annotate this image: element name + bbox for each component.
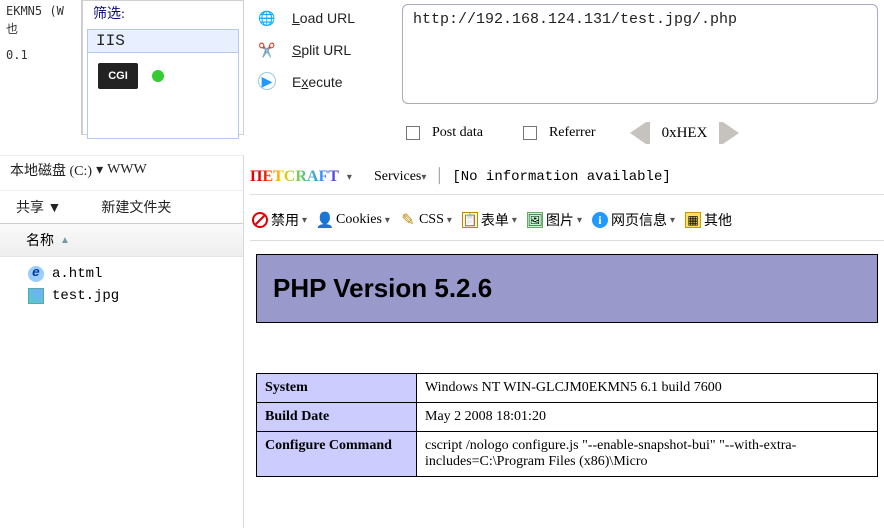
cell-val: cscript /nologo configure.js "--enable-s…: [417, 432, 878, 477]
crumb-folder[interactable]: WWW: [107, 162, 147, 178]
filter-label: 筛选:: [83, 1, 243, 25]
load-url-icon[interactable]: 🌐: [257, 8, 277, 28]
status-dot-icon: [152, 70, 164, 82]
tree-line: 也: [6, 20, 75, 38]
book-icon: ▦: [685, 212, 701, 228]
info-icon: i: [592, 212, 608, 228]
tree-line: 0.1: [6, 46, 75, 64]
devtools-toolbar: 禁用▾ 👤Cookies▾ ✎CSS▾ 📋表单▾ 🖼图片▾ i网页信息▾ ▦其他: [250, 206, 884, 241]
forms-menu[interactable]: 📋表单▾: [460, 210, 519, 230]
referrer-checkbox[interactable]: [523, 126, 537, 140]
cell-val: Windows NT WIN-GLCJM0EKMN5 6.1 build 760…: [417, 374, 878, 403]
images-menu[interactable]: 🖼图片▾: [525, 210, 584, 230]
new-folder-button[interactable]: 新建文件夹: [101, 197, 171, 217]
table-row: Build DateMay 2 2008 18:01:20: [257, 403, 878, 432]
cookies-icon: 👤: [317, 212, 333, 228]
separator: │: [434, 169, 444, 185]
file-name: test.jpg: [52, 288, 119, 304]
cell-key: Build Date: [257, 403, 417, 432]
cell-val: May 2 2008 18:01:20: [417, 403, 878, 432]
iis-title: IIS: [88, 30, 238, 53]
split-url-icon[interactable]: ✂️: [257, 40, 277, 60]
tree-line: EKMN5 (W: [6, 2, 75, 20]
cell-key: System: [257, 374, 417, 403]
phpinfo-table: SystemWindows NT WIN-GLCJM0EKMN5 6.1 bui…: [256, 373, 878, 477]
execute-label[interactable]: Execute: [292, 72, 392, 92]
cell-key: Configure Command: [257, 432, 417, 477]
netcraft-logo[interactable]: ПETCRAFT: [250, 168, 339, 186]
netcraft-menu-icon[interactable]: ▾: [347, 172, 352, 183]
table-row: SystemWindows NT WIN-GLCJM0EKMN5 6.1 bui…: [257, 374, 878, 403]
forbid-icon: [252, 212, 268, 228]
chevron-down-icon[interactable]: ▾: [96, 162, 103, 179]
php-version-banner: PHP Version 5.2.6: [256, 254, 878, 323]
split-url-label[interactable]: Split URL: [292, 40, 392, 60]
url-input[interactable]: [402, 4, 878, 104]
file-name: a.html: [52, 266, 102, 282]
page-content: PHP Version 5.2.6 SystemWindows NT WIN-G…: [250, 246, 884, 528]
file-row[interactable]: a.html: [0, 263, 243, 285]
iis-box: IIS CGI: [87, 29, 239, 139]
hex-prev-button[interactable]: [630, 122, 650, 144]
netcraft-status: [No information available]: [452, 169, 670, 185]
cgi-icon[interactable]: CGI: [98, 63, 138, 89]
services-menu[interactable]: Services▾: [374, 169, 426, 185]
post-data-checkbox[interactable]: [406, 126, 420, 140]
tree-fragment: EKMN5 (W 也 0.1: [0, 0, 82, 135]
pageinfo-menu[interactable]: i网页信息▾: [590, 210, 677, 230]
netcraft-bar: ПETCRAFT ▾ Services▾ │ [No information a…: [250, 168, 884, 195]
image-file-icon: [28, 288, 44, 304]
breadcrumb[interactable]: 本地磁盘 (C:) ▾ WWW: [0, 155, 243, 191]
html-file-icon: [28, 266, 44, 282]
referrer-label: Referrer: [549, 125, 596, 141]
crumb-drive[interactable]: 本地磁盘 (C:): [10, 160, 92, 180]
css-menu[interactable]: ✎CSS▾: [398, 212, 454, 228]
url-tools: 🌐 ✂️ ▶ Load URL Split URL Execute: [244, 0, 884, 110]
css-icon: ✎: [400, 212, 416, 228]
post-data-label: Post data: [432, 125, 483, 141]
column-header-name[interactable]: 名称 ▲: [0, 223, 243, 257]
hex-label: 0xHEX: [662, 125, 708, 142]
execute-icon[interactable]: ▶: [258, 72, 276, 90]
cookies-menu[interactable]: 👤Cookies▾: [315, 212, 392, 228]
sort-asc-icon: ▲: [60, 235, 70, 246]
post-options-row: Post data Referrer 0xHEX: [406, 122, 739, 144]
clipboard-icon: 📋: [462, 212, 478, 228]
disable-menu[interactable]: 禁用▾: [250, 210, 309, 230]
file-list: a.html test.jpg: [0, 257, 243, 313]
table-row: Configure Commandcscript /nologo configu…: [257, 432, 878, 477]
file-row[interactable]: test.jpg: [0, 285, 243, 307]
share-button[interactable]: 共享 ▼: [16, 197, 61, 217]
other-menu[interactable]: ▦其他: [683, 210, 734, 230]
image-icon: 🖼: [527, 212, 543, 228]
filter-panel: 筛选: IIS CGI: [82, 0, 244, 135]
explorer-panel: 本地磁盘 (C:) ▾ WWW 共享 ▼ 新建文件夹 名称 ▲ a.html t…: [0, 155, 244, 528]
hex-next-button[interactable]: [719, 122, 739, 144]
load-url-label[interactable]: Load URL: [292, 8, 392, 28]
